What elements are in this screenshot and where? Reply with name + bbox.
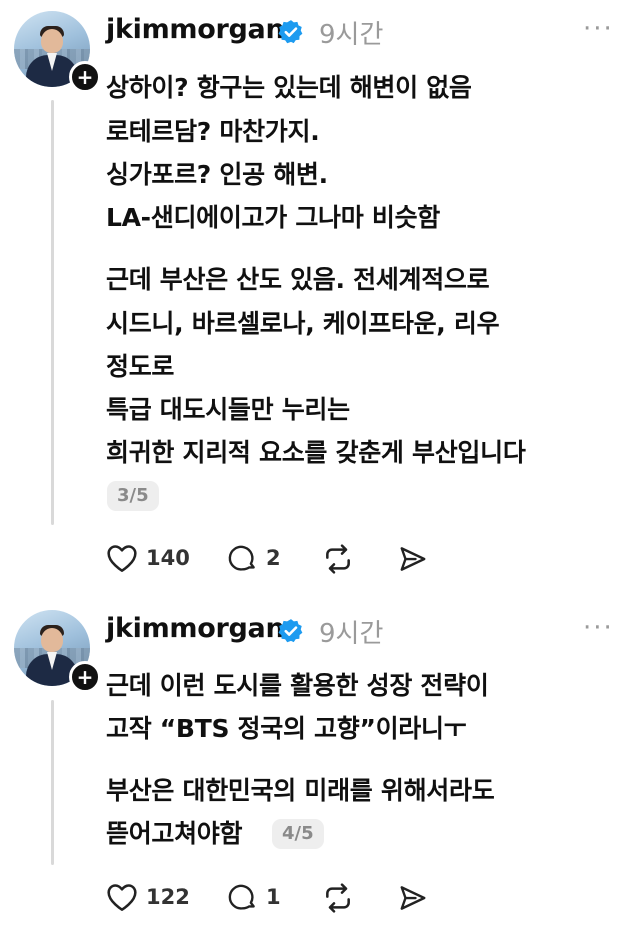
post-text-line: 상하이? 항구는 있는데 해변이 없음 [106, 73, 472, 102]
send-icon [400, 886, 426, 910]
like-button[interactable]: 122 [106, 882, 190, 912]
send-icon [400, 547, 426, 571]
reply-button[interactable]: 2 [228, 543, 281, 573]
follow-plus-icon[interactable]: + [69, 61, 101, 93]
repost-button[interactable] [322, 882, 354, 914]
share-button[interactable] [398, 883, 428, 913]
repost-button[interactable] [322, 543, 354, 575]
post-text-line: 싱가포르? 인공 해변. [106, 160, 328, 189]
reply-count: 1 [266, 885, 281, 909]
reply-count: 2 [266, 546, 281, 570]
post: + jkimmorgan 9시간 ··· 근데 이런 도시를 활용한 성장 전략… [0, 600, 640, 939]
verified-badge-icon [278, 20, 303, 44]
thread-page-indicator: 4/5 [272, 819, 324, 849]
post-text-line: 정도로 [106, 352, 175, 381]
repost-icon [326, 544, 350, 574]
like-count: 140 [146, 546, 190, 570]
post-text-line: 특급 대도시들만 누리는 [106, 395, 350, 424]
post-text-line: 부산은 대한민국의 미래를 위해서라도 [106, 776, 495, 805]
post: + jkimmorgan 9시간 ··· 상하이? 항구는 있는데 해변이 없음… [0, 0, 640, 600]
post-text-line: 뜯어고쳐야함 [106, 819, 243, 848]
repost-icon [326, 883, 350, 913]
comment-icon [228, 884, 255, 910]
share-button[interactable] [398, 544, 428, 574]
heart-icon [107, 545, 137, 572]
post-text-line: 근데 부산은 산도 있음. 전세계적으로 [106, 265, 490, 294]
post-text-line: 시드니, 바르셀로나, 케이프타운, 리우 [106, 309, 500, 338]
post-text-line: 희귀한 지리적 요소를 갖춘게 부산입니다 [106, 438, 526, 467]
follow-plus-icon[interactable]: + [69, 661, 101, 693]
post-text-line: 로테르담? 마찬가지. [106, 117, 320, 146]
post-time: 9시간 [319, 619, 384, 649]
more-options-icon[interactable]: ··· [583, 613, 614, 643]
comment-icon [228, 545, 255, 571]
post-text-line: 근데 이런 도시를 활용한 성장 전략이 [106, 671, 489, 700]
like-button[interactable]: 140 [106, 543, 190, 573]
heart-icon [107, 884, 137, 911]
username[interactable]: jkimmorgan [106, 613, 285, 644]
like-count: 122 [146, 885, 190, 909]
post-text-line: LA-샌디에이고가 그나마 비슷함 [106, 203, 440, 232]
more-options-icon[interactable]: ··· [583, 14, 614, 44]
username[interactable]: jkimmorgan [106, 14, 285, 45]
post-time: 9시간 [319, 20, 384, 50]
thread-line [51, 100, 54, 525]
verified-badge-icon [278, 619, 303, 643]
thread-line [51, 700, 54, 865]
reply-button[interactable]: 1 [228, 882, 281, 912]
post-text-line: 고작 “BTS 정국의 고향”이라니ㅜ [106, 714, 467, 743]
thread-page-indicator: 3/5 [107, 481, 159, 511]
